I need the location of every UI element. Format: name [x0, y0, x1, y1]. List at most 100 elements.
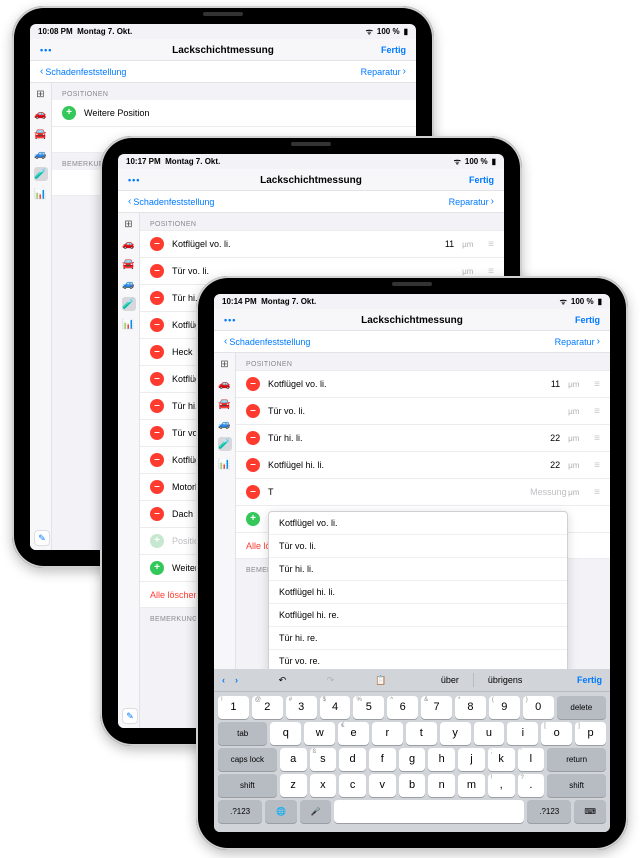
key-p[interactable]: ]p	[575, 722, 606, 745]
sidebar-icon-3[interactable]: 🚘	[122, 257, 136, 271]
more-button[interactable]: •••	[224, 315, 236, 325]
minus-icon[interactable]: –	[150, 291, 164, 305]
minus-icon[interactable]: –	[150, 453, 164, 467]
sidebar-icon-5[interactable]: 🧪	[34, 167, 48, 181]
key-i[interactable]: i	[507, 722, 538, 745]
key-7[interactable]: &7	[421, 696, 452, 719]
autocomplete-dropdown[interactable]: Kotflügel vo. li.Tür vo. li.Tür hi. li.K…	[268, 511, 568, 669]
sidebar-icon-1[interactable]: ⊞	[122, 217, 136, 231]
kb-prev-icon[interactable]: ‹	[222, 675, 225, 685]
kb-clipboard-icon[interactable]: 📋	[375, 675, 386, 686]
sidebar-icon-6[interactable]: 📊	[218, 457, 232, 471]
minus-icon[interactable]: –	[150, 318, 164, 332]
edit-button[interactable]: ✎	[34, 530, 50, 546]
minus-icon[interactable]: –	[150, 507, 164, 521]
key-6[interactable]: ^6	[387, 696, 418, 719]
minus-icon[interactable]: –	[246, 485, 260, 499]
minus-icon[interactable]: –	[246, 404, 260, 418]
key-🎤[interactable]: 🎤	[300, 800, 332, 823]
row-value[interactable]: 22	[530, 433, 560, 443]
key-n[interactable]: n	[428, 774, 455, 797]
table-row[interactable]: –Tür vo. li.μm≡	[236, 398, 610, 425]
key-shift[interactable]: shift	[218, 774, 277, 797]
key-,[interactable]: !,	[488, 774, 515, 797]
key-⌨[interactable]: ⌨	[574, 800, 606, 823]
key-8[interactable]: *8	[455, 696, 486, 719]
kb-suggestions[interactable]: überübrigens	[427, 673, 537, 687]
key-e[interactable]: €e	[338, 722, 369, 745]
dropdown-option[interactable]: Kotflügel vo. li.	[269, 512, 567, 535]
sidebar-icon-3[interactable]: 🚘	[34, 127, 48, 141]
key-c[interactable]: c	[339, 774, 366, 797]
key-u[interactable]: u	[474, 722, 505, 745]
key-s[interactable]: ßs	[310, 748, 337, 771]
key-h[interactable]: h	[428, 748, 455, 771]
key-r[interactable]: r	[372, 722, 403, 745]
key-.?123[interactable]: .?123	[527, 800, 571, 823]
grip-icon[interactable]: ≡	[594, 460, 600, 471]
sidebar-icon-2[interactable]: 🚗	[122, 237, 136, 251]
grip-icon[interactable]: ≡	[594, 379, 600, 390]
forward-link[interactable]: Reparatur›	[555, 336, 600, 347]
minus-icon[interactable]: –	[150, 399, 164, 413]
typing-input[interactable]: T	[268, 487, 522, 497]
key-b[interactable]: b	[399, 774, 426, 797]
key-g[interactable]: g	[399, 748, 426, 771]
minus-icon[interactable]: –	[246, 431, 260, 445]
key-z[interactable]: z	[280, 774, 307, 797]
key-f[interactable]: f	[369, 748, 396, 771]
dropdown-option[interactable]: Tür vo. li.	[269, 535, 567, 558]
dropdown-option[interactable]: Tür hi. re.	[269, 627, 567, 650]
sidebar-icon-6[interactable]: 📊	[34, 187, 48, 201]
key-q[interactable]: q	[270, 722, 301, 745]
key-9[interactable]: (9	[489, 696, 520, 719]
key-t[interactable]: t	[406, 722, 437, 745]
forward-link[interactable]: Reparatur›	[361, 66, 406, 77]
table-row[interactable]: –Tür hi. li.22μm≡	[236, 425, 610, 452]
sidebar-icon-4[interactable]: 🚙	[34, 147, 48, 161]
dropdown-option[interactable]: Kotflügel hi. li.	[269, 581, 567, 604]
typing-row[interactable]: – T Messung μm ≡	[236, 479, 610, 506]
row-value[interactable]: 11	[424, 239, 454, 249]
table-row[interactable]: –Kotflügel vo. li.11μm≡	[236, 370, 610, 398]
key-5[interactable]: %5	[353, 696, 384, 719]
key-caps lock[interactable]: caps lock	[218, 748, 277, 771]
minus-icon[interactable]: –	[150, 426, 164, 440]
key-.[interactable]: ?.	[518, 774, 545, 797]
done-button[interactable]: Fertig	[469, 175, 494, 185]
key-return[interactable]: return	[547, 748, 606, 771]
dropdown-option[interactable]: Kotflügel hi. re.	[269, 604, 567, 627]
grip-icon[interactable]: ≡	[488, 266, 494, 277]
more-button[interactable]: •••	[40, 45, 52, 55]
sidebar-icon-1[interactable]: ⊞	[34, 87, 48, 101]
minus-icon[interactable]: –	[150, 237, 164, 251]
sidebar-icon-4[interactable]: 🚙	[122, 277, 136, 291]
minus-icon[interactable]: –	[246, 458, 260, 472]
sidebar-icon-6[interactable]: 📊	[122, 317, 136, 331]
key-a[interactable]: a	[280, 748, 307, 771]
key-.?123[interactable]: .?123	[218, 800, 262, 823]
key-🌐[interactable]: 🌐	[265, 800, 297, 823]
sidebar-icon-3[interactable]: 🚘	[218, 397, 232, 411]
key-4[interactable]: $4	[320, 696, 351, 719]
add-position-row[interactable]: + Weitere Position	[52, 100, 416, 127]
sidebar-icon-1[interactable]: ⊞	[218, 357, 232, 371]
key-y[interactable]: y	[440, 722, 471, 745]
sidebar-icon-5[interactable]: 🧪	[122, 297, 136, 311]
sidebar-icon-5[interactable]: 🧪	[218, 437, 232, 451]
sidebar-icon-2[interactable]: 🚗	[218, 377, 232, 391]
row-value[interactable]: 11	[530, 379, 560, 389]
forward-link[interactable]: Reparatur›	[449, 196, 494, 207]
dropdown-option[interactable]: Tür hi. li.	[269, 558, 567, 581]
minus-icon[interactable]: –	[150, 480, 164, 494]
kb-next-icon[interactable]: ›	[235, 675, 238, 685]
table-row[interactable]: –Kotflügel hi. li.22μm≡	[236, 452, 610, 479]
grip-icon[interactable]: ≡	[594, 406, 600, 417]
key-2[interactable]: @2	[252, 696, 283, 719]
done-button[interactable]: Fertig	[381, 45, 406, 55]
kb-redo-icon[interactable]: ↷	[327, 675, 335, 686]
key-v[interactable]: v	[369, 774, 396, 797]
edit-button[interactable]: ✎	[122, 708, 138, 724]
sidebar-icon-4[interactable]: 🚙	[218, 417, 232, 431]
key-k[interactable]: ;k	[488, 748, 515, 771]
